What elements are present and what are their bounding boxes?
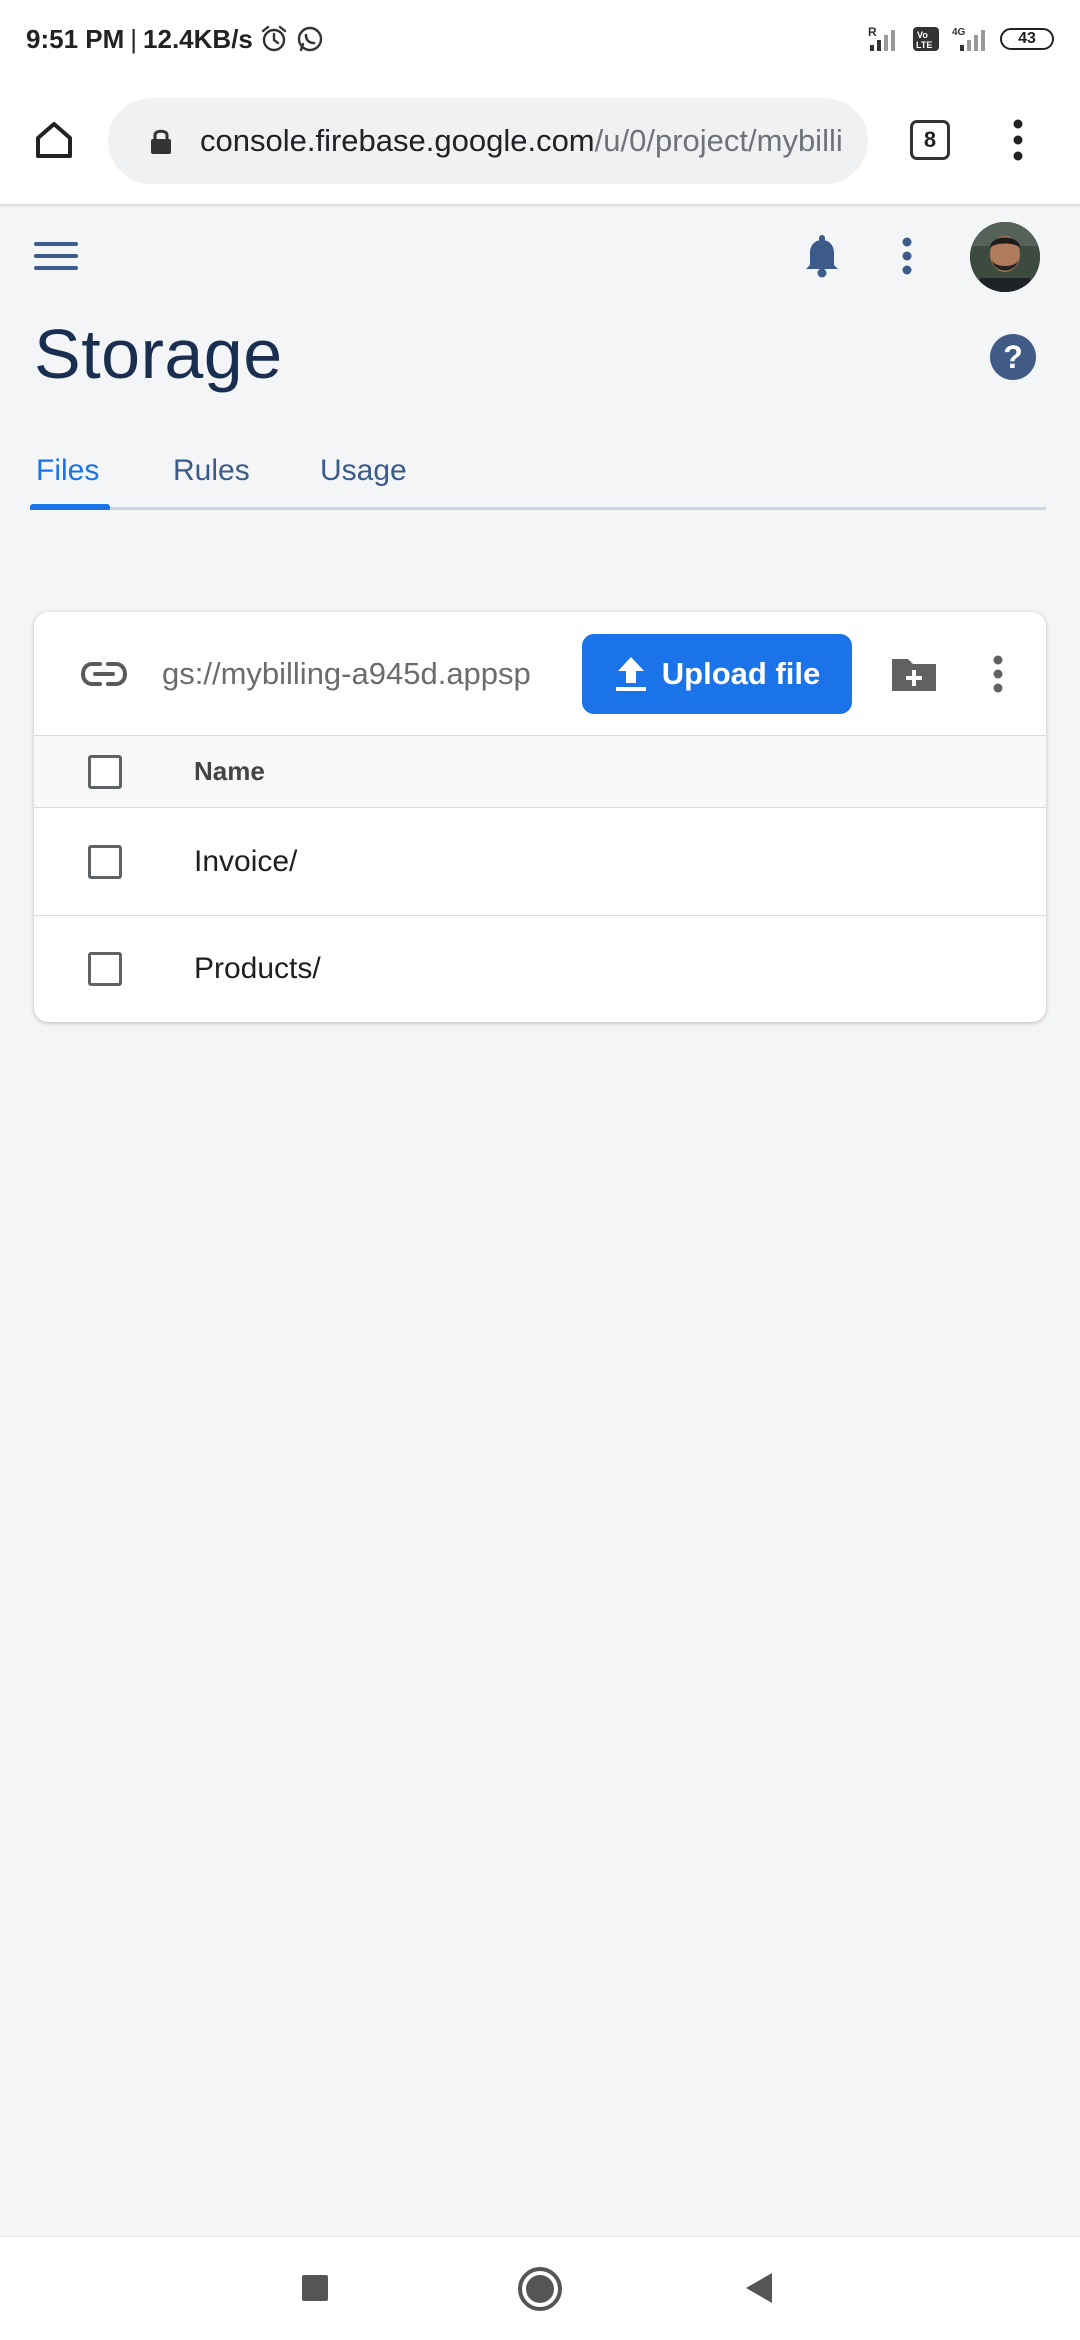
status-right: R Vo LTE 4G 43 xyxy=(866,25,1054,53)
svg-text:LTE: LTE xyxy=(916,40,932,50)
more-options-icon[interactable] xyxy=(892,232,922,280)
recents-icon[interactable] xyxy=(302,2275,328,2301)
row-checkbox[interactable] xyxy=(88,844,122,879)
tab-usage-label: Usage xyxy=(320,454,407,487)
svg-text:R: R xyxy=(868,25,877,39)
browser-toolbar: console.firebase.google.com/u/0/project/… xyxy=(0,78,1080,204)
tab-rules-label: Rules xyxy=(173,454,250,487)
url-text: console.firebase.google.com/u/0/project/… xyxy=(200,123,843,159)
help-icon[interactable]: ? xyxy=(990,334,1036,380)
url-path: /u/0/project/mybilli xyxy=(594,123,843,158)
column-header-name[interactable]: Name xyxy=(194,756,265,787)
folder-name[interactable]: Products/ xyxy=(194,952,321,986)
select-all-checkbox[interactable] xyxy=(88,754,122,789)
home-button-icon[interactable] xyxy=(518,2267,562,2311)
row-checkbox[interactable] xyxy=(88,952,122,986)
url-domain: console.firebase.google.com xyxy=(200,123,595,158)
storage-more-options-icon[interactable] xyxy=(986,652,1010,696)
volte-icon: Vo LTE xyxy=(913,27,939,51)
status-time: 9:51 PM xyxy=(26,23,125,54)
new-folder-icon[interactable] xyxy=(890,654,938,694)
hamburger-menu-icon[interactable] xyxy=(34,234,78,278)
alarm-icon xyxy=(261,25,287,52)
storage-browser-card: gs://mybilling-a945d.appsp Upload file N… xyxy=(34,612,1046,1022)
console-header: Storage ? Files Rules Usage xyxy=(0,204,1080,514)
address-bar[interactable]: console.firebase.google.com/u/0/project/… xyxy=(108,98,868,184)
svg-text:4G: 4G xyxy=(952,27,966,38)
battery-level: 43 xyxy=(1018,30,1036,47)
tab-count: 8 xyxy=(923,127,937,152)
folder-name[interactable]: Invoice/ xyxy=(194,845,297,879)
battery-icon: 43 xyxy=(1000,28,1054,50)
home-icon[interactable] xyxy=(30,116,78,164)
status-bar: 9:51 PM | 12.4KB/s R Vo LTE 4G 43 xyxy=(0,0,1080,78)
avatar[interactable] xyxy=(970,222,1040,292)
whatsapp-icon xyxy=(297,26,323,52)
upload-file-button[interactable]: Upload file xyxy=(582,634,852,714)
network-speed: 12.4KB/s xyxy=(143,23,253,54)
table-row[interactable]: Products/ xyxy=(34,916,1046,1022)
tab-files[interactable]: Files xyxy=(36,454,99,488)
active-tab-indicator xyxy=(30,504,110,510)
tab-rules[interactable]: Rules xyxy=(173,454,250,488)
back-icon[interactable] xyxy=(746,2273,772,2303)
system-navigation-bar xyxy=(0,2236,1080,2340)
signal-icon: R xyxy=(868,25,895,51)
svg-text:Vo: Vo xyxy=(917,30,928,40)
status-separator: | xyxy=(130,23,138,54)
table-row[interactable]: Invoice/ xyxy=(34,808,1046,916)
tab-usage[interactable]: Usage xyxy=(320,454,407,488)
tab-files-label: Files xyxy=(36,454,100,487)
upload-file-label: Upload file xyxy=(661,656,821,691)
4g-signal-icon: 4G xyxy=(952,27,985,51)
lock-icon xyxy=(148,126,178,156)
storage-toolbar: gs://mybilling-a945d.appsp Upload file xyxy=(34,612,1046,736)
tab-switcher-button[interactable]: 8 xyxy=(910,120,950,160)
link-icon[interactable] xyxy=(80,654,128,694)
tab-bar: Files Rules Usage xyxy=(30,434,1046,510)
upload-icon xyxy=(615,657,646,691)
help-label: ? xyxy=(1003,338,1023,375)
browser-menu-icon[interactable] xyxy=(1000,114,1036,166)
status-left: 9:51 PM | 12.4KB/s xyxy=(26,24,325,55)
bucket-path[interactable]: gs://mybilling-a945d.appsp xyxy=(162,656,552,692)
bell-icon[interactable] xyxy=(800,230,844,280)
table-header-row: Name xyxy=(34,736,1046,808)
page-title: Storage xyxy=(34,315,283,393)
